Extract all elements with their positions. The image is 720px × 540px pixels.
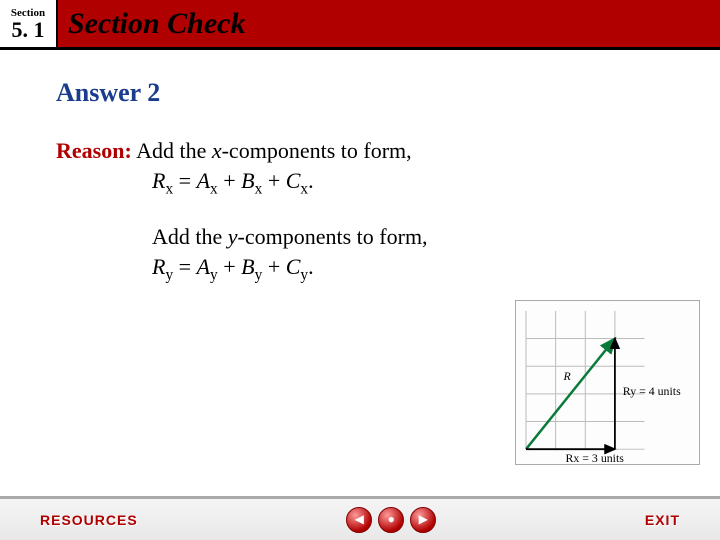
answer-heading: Answer 2 — [56, 78, 664, 108]
eq1-C-sub: x — [300, 180, 308, 197]
eq2-end: . — [308, 254, 314, 279]
home-icon: ● — [388, 512, 395, 527]
eq2-eq: = — [173, 254, 196, 279]
content-area: Answer 2 Reason: Add the x-components to… — [0, 50, 720, 286]
eq2-C: C — [286, 254, 301, 279]
footer-bar: RESOURCES ◀ ● ▶ EXIT — [0, 496, 720, 540]
eq1-p1: + — [218, 168, 241, 193]
diagram-rx-label: Rx = 3 units — [566, 451, 625, 464]
eq1-end: . — [308, 168, 314, 193]
eq1-p2: + — [262, 168, 285, 193]
next-button[interactable]: ▶ — [410, 507, 436, 533]
text: -components to form, — [238, 224, 428, 249]
eq2-p1: + — [218, 254, 241, 279]
exit-button[interactable]: EXIT — [645, 512, 680, 528]
page-title: Section Check — [68, 7, 246, 41]
eq1-A: A — [197, 168, 210, 193]
reason-block: Reason: Add the x-components to form, Rx… — [56, 136, 664, 286]
var-y: y — [228, 224, 238, 249]
eq2-B: B — [241, 254, 254, 279]
diagram-r-label: R — [563, 369, 572, 383]
eq2-A: A — [197, 254, 210, 279]
eq1-B: B — [241, 168, 254, 193]
equation-1: Rx = Ax + Bx + Cx. — [152, 166, 664, 200]
reason-line-2: Add the y-components to form, — [152, 222, 664, 252]
reason-label: Reason: — [56, 138, 132, 163]
next-icon: ▶ — [419, 512, 428, 527]
resources-button[interactable]: RESOURCES — [40, 512, 138, 528]
header-bar: Section 5. 1 Section Check — [0, 0, 720, 50]
section-box: Section 5. 1 — [0, 0, 58, 47]
eq1-C: C — [286, 168, 301, 193]
title-box: Section Check — [58, 0, 720, 47]
eq2-A-sub: y — [210, 266, 218, 283]
text: Add the — [136, 138, 212, 163]
text: -components to form, — [222, 138, 412, 163]
eq1-eq: = — [173, 168, 196, 193]
var-x: x — [212, 138, 222, 163]
eq1-A-sub: x — [210, 180, 218, 197]
eq1-R: R — [152, 168, 165, 193]
eq1-R-sub: x — [165, 180, 173, 197]
nav-buttons: ◀ ● ▶ — [138, 507, 645, 533]
prev-icon: ◀ — [355, 512, 364, 527]
vector-diagram: R Ry = 4 units Rx = 3 units — [515, 300, 700, 465]
home-button[interactable]: ● — [378, 507, 404, 533]
reason-line-1: Reason: Add the x-components to form, — [56, 136, 664, 166]
eq2-R-sub: y — [165, 266, 173, 283]
diagram-ry-label: Ry = 4 units — [623, 384, 681, 398]
eq2-R: R — [152, 254, 165, 279]
section-number: 5. 1 — [12, 19, 45, 41]
eq2-p2: + — [262, 254, 285, 279]
text: Add the — [152, 224, 228, 249]
equation-2: Ry = Ay + By + Cy. — [152, 252, 664, 286]
eq2-C-sub: y — [300, 266, 308, 283]
prev-button[interactable]: ◀ — [346, 507, 372, 533]
